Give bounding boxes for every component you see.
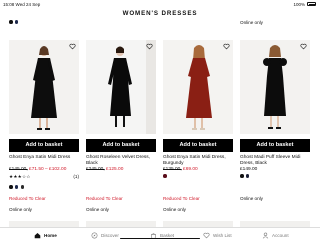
price-was: £245.00,: [86, 167, 105, 172]
price-was: £135.00,: [163, 167, 182, 172]
heart-icon[interactable]: [300, 43, 307, 50]
heart-icon: [203, 232, 210, 238]
swatch[interactable]: [9, 185, 13, 189]
add-to-basket-button[interactable]: Add to basket: [163, 139, 233, 152]
model-photo: [86, 40, 156, 134]
online-only-label: Online only: [163, 207, 186, 212]
product-card[interactable]: Add to basket Ghost Enya Satin Midi Dres…: [163, 40, 233, 212]
model-photo: [9, 40, 79, 134]
reduced-badge: Reduced To Clear: [86, 196, 123, 201]
product-image[interactable]: [163, 40, 233, 134]
price-now: £69.00: [183, 167, 198, 172]
reduced-badge: Reduced To Clear: [163, 196, 200, 201]
tab-label: Account: [272, 232, 289, 238]
swatch[interactable]: [9, 20, 13, 24]
product-card[interactable]: Add to basket Ghost Enya Satin Midi Dres…: [9, 40, 79, 212]
heart-icon[interactable]: [146, 43, 153, 50]
online-only-label: Online only: [240, 20, 263, 25]
price-now: £71.50 – £102.00: [29, 167, 67, 172]
discover-icon: [91, 232, 98, 238]
online-only-label: Online only: [9, 207, 32, 212]
online-only-label: Online only: [240, 196, 263, 201]
battery-icon: [307, 2, 316, 6]
product-name[interactable]: Ghost Enya Satin Midi Dress: [9, 155, 81, 161]
tab-label: Basket: [160, 232, 175, 238]
swatch[interactable]: [20, 185, 25, 189]
prev-row-col-1: [9, 20, 79, 24]
tab-home[interactable]: Home: [34, 230, 57, 240]
online-only-label: Online only: [86, 207, 109, 212]
swatch[interactable]: [14, 185, 19, 189]
product-name[interactable]: Ghost Roseleen Velvet Dress, Black: [86, 155, 158, 166]
swatch[interactable]: [163, 174, 167, 178]
product-price: £245.00, £125.00: [86, 167, 156, 173]
product-card[interactable]: Add to basket Ghost Madi Puff Sleeve Mid…: [240, 40, 310, 201]
tab-account[interactable]: Account: [262, 230, 289, 240]
person-icon: [262, 232, 269, 238]
model-photo: [163, 40, 233, 134]
price-was: £145.00,: [9, 167, 28, 172]
heart-icon[interactable]: [223, 43, 230, 50]
colour-swatches: [9, 185, 25, 189]
star-rating-icon: ★★★☆☆: [9, 174, 31, 179]
product-price: £135.00, £69.00: [163, 167, 233, 173]
product-image[interactable]: [240, 40, 310, 134]
product-image[interactable]: [9, 40, 79, 134]
tab-label: Wish List: [213, 232, 232, 238]
product-image[interactable]: [86, 40, 156, 134]
home-icon: [34, 232, 41, 238]
price-now: £125.00: [106, 167, 124, 172]
price-now: £149.00: [240, 167, 258, 172]
tab-label: Discover: [101, 232, 119, 238]
swatch[interactable]: [240, 174, 244, 178]
model-photo: [240, 40, 310, 134]
add-to-basket-button[interactable]: Add to basket: [86, 139, 156, 152]
page-title: WOMEN'S DRESSES: [122, 10, 198, 17]
colour-swatches: [163, 174, 167, 178]
tab-discover[interactable]: Discover: [91, 230, 119, 240]
product-name[interactable]: Ghost Enya Satin Midi Dress, Burgundy: [163, 155, 235, 166]
product-card[interactable]: Add to basket Ghost Roseleen Velvet Dres…: [86, 40, 156, 212]
battery-percent: 100%: [293, 2, 305, 7]
status-bar: 15:08 Wed 24 Sep 100%: [0, 0, 320, 9]
prev-row-col-4: Online only: [240, 20, 310, 26]
add-to-basket-button[interactable]: Add to basket: [240, 139, 310, 152]
prev-swatches: [9, 20, 79, 24]
product-price: £149.00: [240, 167, 310, 173]
tab-wish-list[interactable]: Wish List: [203, 230, 232, 240]
swatch[interactable]: [14, 20, 19, 24]
rating-count: (1): [73, 174, 79, 179]
status-time: 15:08 Wed 24 Sep: [3, 2, 41, 7]
add-to-basket-button[interactable]: Add to basket: [9, 139, 79, 152]
swatch[interactable]: [245, 174, 250, 178]
rating: ★★★☆☆ (1): [9, 174, 79, 180]
product-name[interactable]: Ghost Madi Puff Sleeve Midi Dress, Black: [240, 155, 312, 166]
colour-swatches: [240, 174, 250, 178]
tab-label: Home: [44, 232, 57, 238]
reduced-badge: Reduced To Clear: [9, 196, 46, 201]
heart-icon[interactable]: [69, 43, 76, 50]
product-price: £145.00, £71.50 – £102.00: [9, 167, 79, 173]
